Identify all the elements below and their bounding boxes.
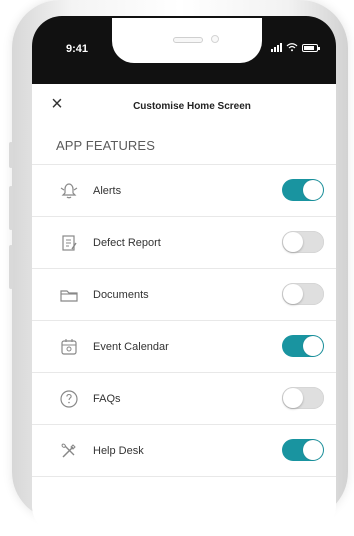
status-icons <box>271 43 320 52</box>
toggle-knob <box>283 284 303 304</box>
phone-screen: 9:41 × Customise Home Screen APP FEATURE… <box>32 16 336 536</box>
section-label: APP FEATURES <box>56 138 155 153</box>
feature-label: Event Calendar <box>93 340 169 353</box>
page-title: Customise Home Screen <box>133 100 251 112</box>
toggle-knob <box>303 336 323 356</box>
feature-label: Help Desk <box>93 444 144 457</box>
alerts-toggle[interactable] <box>282 179 324 201</box>
side-button <box>9 142 13 168</box>
feature-row: Defect Report <box>32 216 336 268</box>
toggle-knob <box>283 232 303 252</box>
status-bar: 9:41 <box>32 16 336 84</box>
signal-icon <box>271 43 282 52</box>
feature-row: Alerts <box>32 164 336 216</box>
toggle-knob <box>303 180 323 200</box>
header: × Customise Home Screen <box>32 84 336 128</box>
toggle-knob <box>303 440 323 460</box>
help-circle-icon <box>58 388 80 410</box>
feature-label: FAQs <box>93 392 121 405</box>
documents-toggle[interactable] <box>282 283 324 305</box>
feature-label: Documents <box>93 288 149 301</box>
help-desk-toggle[interactable] <box>282 439 324 461</box>
speaker <box>173 37 203 43</box>
notch <box>112 18 262 63</box>
feature-row: Event Calendar <box>32 320 336 372</box>
feature-list: Alerts Defect Report Documents Event Cal… <box>32 164 336 528</box>
side-button <box>9 245 13 289</box>
feature-row: Help Desk <box>32 424 336 476</box>
battery-icon <box>302 43 320 52</box>
faqs-toggle[interactable] <box>282 387 324 409</box>
folder-icon <box>58 284 80 306</box>
feature-row: Documents <box>32 268 336 320</box>
bell-icon <box>58 180 80 202</box>
wifi-icon <box>286 43 298 52</box>
feature-row: FAQs <box>32 372 336 424</box>
status-time: 9:41 <box>66 43 89 55</box>
camera <box>211 35 219 43</box>
clipboard-icon <box>58 232 80 254</box>
feature-label: Defect Report <box>93 236 161 249</box>
defect-report-toggle[interactable] <box>282 231 324 253</box>
toggle-knob <box>283 388 303 408</box>
tools-icon <box>58 440 80 462</box>
next-row <box>32 476 336 528</box>
feature-label: Alerts <box>93 184 122 197</box>
side-button <box>9 186 13 230</box>
close-icon[interactable]: × <box>48 94 66 114</box>
event-calendar-toggle[interactable] <box>282 335 324 357</box>
calendar-icon <box>58 336 80 358</box>
